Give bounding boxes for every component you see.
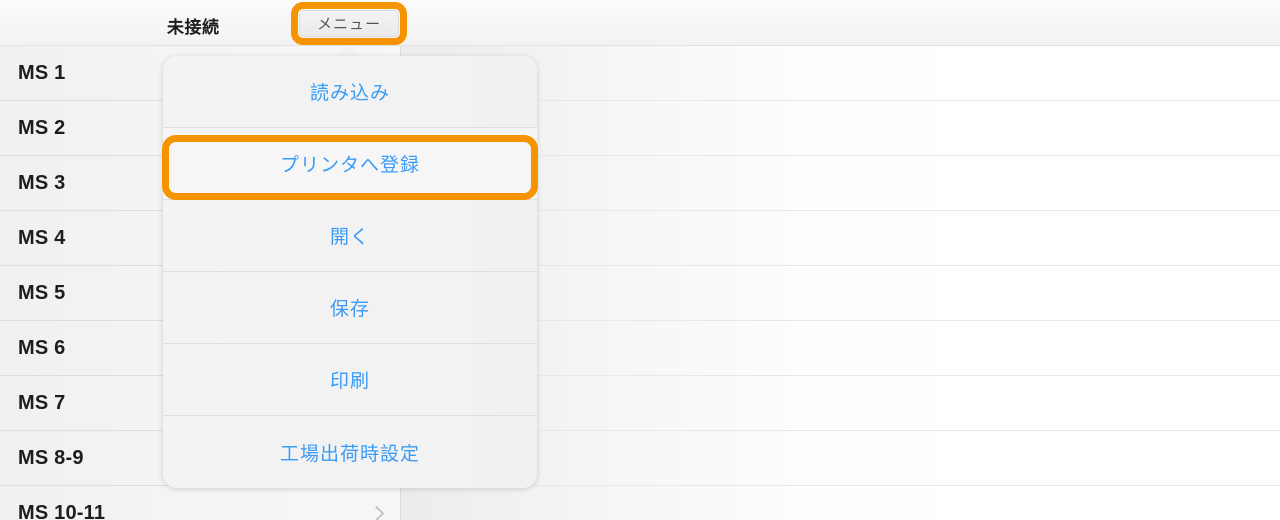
list-item-label: MS 6 bbox=[18, 336, 66, 359]
menu-item[interactable]: 工場出荷時設定 bbox=[163, 416, 537, 488]
menu-item[interactable]: 読み込み bbox=[163, 56, 537, 128]
list-item[interactable]: MS 10-11 bbox=[0, 486, 400, 520]
menu-item[interactable]: 保存 bbox=[163, 272, 537, 344]
menu-item[interactable]: 印刷 bbox=[163, 344, 537, 416]
app-screen: 未接続 メニュー MS 1 MS 2 MS 3 MS 4 MS 5 MS 6 MS 7 MS … bbox=[0, 0, 1280, 520]
list-item-label: MS 2 bbox=[18, 116, 66, 139]
connection-status-label: 未接続 bbox=[167, 18, 220, 37]
list-item-label: MS 1 bbox=[18, 61, 66, 84]
menu-item[interactable]: 開く bbox=[163, 200, 537, 272]
top-bar: 未接続 メニュー bbox=[0, 0, 1280, 46]
list-item-label: MS 5 bbox=[18, 281, 66, 304]
list-item-label: MS 8-9 bbox=[18, 446, 84, 469]
menu-item[interactable]: プリンタへ登録 bbox=[163, 128, 537, 200]
list-item-label: MS 7 bbox=[18, 391, 66, 414]
detail-row bbox=[401, 486, 1280, 520]
chevron-right-icon bbox=[368, 505, 385, 520]
menu-button[interactable]: メニュー bbox=[299, 10, 399, 37]
menu-popover[interactable]: 読み込み プリンタへ登録 開く 保存 印刷 工場出荷時設定 bbox=[163, 56, 537, 488]
list-item-label: MS 4 bbox=[18, 226, 66, 249]
list-item-label: MS 3 bbox=[18, 171, 66, 194]
list-item-label: MS 10-11 bbox=[18, 501, 106, 520]
